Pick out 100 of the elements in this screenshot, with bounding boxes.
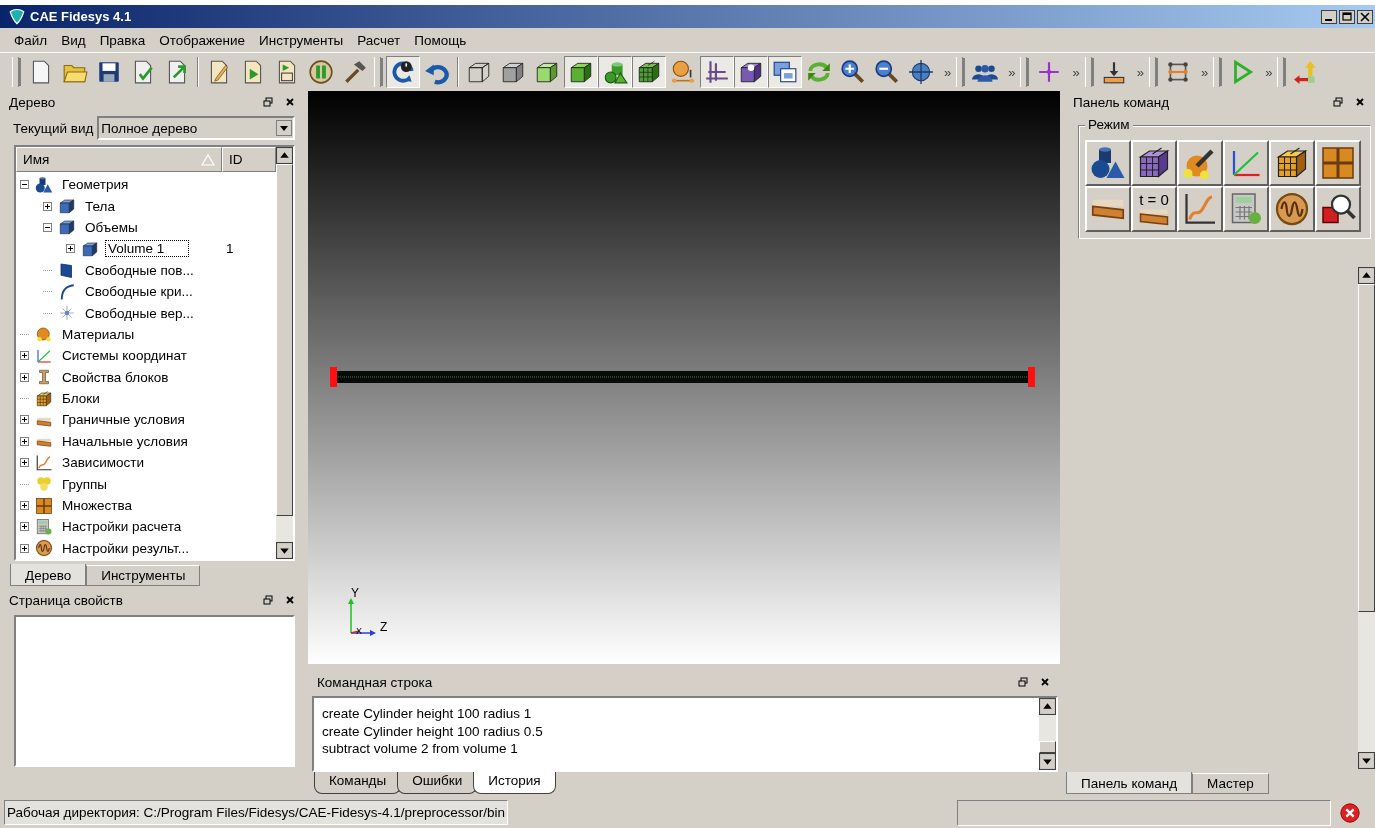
- tree-item-label[interactable]: Группы: [59, 475, 110, 493]
- close-icon[interactable]: [1040, 677, 1050, 687]
- float-icon[interactable]: [263, 97, 273, 107]
- tree-item-label[interactable]: Множества: [59, 497, 136, 515]
- tree-item-label[interactable]: Начальные условия: [59, 432, 191, 450]
- expander-icon[interactable]: [20, 180, 29, 190]
- toolbar-handle[interactable]: [956, 57, 964, 87]
- toolbar-handle[interactable]: [1084, 57, 1092, 87]
- mode-button[interactable]: [1177, 186, 1223, 232]
- menu-item[interactable]: Инструменты: [252, 30, 351, 50]
- tree-item-label[interactable]: Volume 1: [105, 240, 190, 258]
- menu-item[interactable]: Расчет: [350, 30, 408, 50]
- menu-item[interactable]: Вид: [54, 30, 93, 50]
- menu-item[interactable]: Отображение: [152, 30, 253, 50]
- menu-item[interactable]: Правка: [92, 30, 153, 50]
- scrollbar[interactable]: [1358, 267, 1375, 769]
- mode-button[interactable]: [1085, 140, 1131, 186]
- scroll-down-button[interactable]: [1358, 752, 1375, 769]
- expander-icon[interactable]: [20, 372, 29, 382]
- float-icon[interactable]: [1018, 677, 1028, 687]
- toolbar-button[interactable]: [386, 56, 420, 88]
- tree-item-label[interactable]: Геометрия: [59, 176, 132, 194]
- toolbar-handle[interactable]: [374, 57, 381, 87]
- view-dropdown[interactable]: Полное дерево: [97, 116, 295, 140]
- error-icon[interactable]: [1339, 801, 1361, 824]
- scroll-up-button[interactable]: [1358, 267, 1375, 284]
- toolbar-handle[interactable]: [1277, 57, 1285, 87]
- scrollbar[interactable]: [1039, 698, 1056, 770]
- scroll-down-button[interactable]: [276, 542, 293, 559]
- scrollbar-thumb[interactable]: [1358, 284, 1375, 612]
- column-header[interactable]: Имя: [16, 147, 222, 172]
- toolbar-overflow-button[interactable]: »: [1066, 64, 1083, 80]
- expander-icon[interactable]: [66, 244, 75, 254]
- tree-item-label[interactable]: Материалы: [59, 325, 138, 343]
- mode-button[interactable]: [1085, 186, 1131, 232]
- mode-button[interactable]: t = 0: [1131, 186, 1177, 232]
- close-icon[interactable]: [1355, 97, 1365, 107]
- toolbar-overflow-button[interactable]: »: [1002, 64, 1019, 80]
- toolbar-button[interactable]: [700, 56, 734, 88]
- history-line[interactable]: create Cylinder height 100 radius 0.5: [322, 722, 1031, 740]
- toolbar-overflow-button[interactable]: »: [1130, 64, 1147, 80]
- tree-item-label[interactable]: Свободные кри...: [82, 283, 196, 301]
- expander-icon[interactable]: [20, 543, 29, 553]
- tree-item-label[interactable]: Настройки расчета: [59, 518, 185, 536]
- close-button[interactable]: [1357, 9, 1373, 24]
- expander-icon[interactable]: [20, 458, 29, 468]
- float-icon[interactable]: [263, 595, 273, 605]
- viewport[interactable]: Y X Z: [308, 91, 1060, 664]
- tab[interactable]: Мастер: [1192, 773, 1269, 794]
- history-line[interactable]: subtract volume 2 from volume 1: [322, 740, 1031, 758]
- mode-button[interactable]: [1177, 140, 1223, 186]
- expander-icon[interactable]: [43, 222, 52, 232]
- mode-button[interactable]: [1315, 140, 1361, 186]
- expander-icon[interactable]: [20, 436, 29, 446]
- mode-button[interactable]: [1223, 140, 1269, 186]
- mode-button[interactable]: [1223, 186, 1269, 232]
- toolbar-button[interactable]: [598, 56, 632, 88]
- toolbar-button[interactable]: [632, 56, 666, 88]
- column-header[interactable]: ID: [222, 147, 276, 172]
- scroll-up-button[interactable]: [1039, 698, 1056, 715]
- toolbar-overflow-button[interactable]: »: [1259, 64, 1276, 80]
- tree-item-label[interactable]: Объемы: [82, 218, 141, 236]
- toolbar-handle[interactable]: [12, 57, 19, 87]
- toolbar-overflow-button[interactable]: »: [1194, 64, 1212, 80]
- toolbar-button[interactable]: [768, 56, 802, 88]
- minimize-button[interactable]: [1321, 9, 1337, 24]
- menu-item[interactable]: Помощь: [407, 30, 474, 50]
- mode-button[interactable]: [1315, 186, 1361, 232]
- toolbar-handle[interactable]: [1020, 57, 1028, 87]
- mode-button[interactable]: [1269, 140, 1315, 186]
- tab[interactable]: История: [473, 772, 556, 794]
- mode-button[interactable]: [1131, 140, 1177, 186]
- toolbar-button[interactable]: [734, 56, 768, 88]
- expander-icon[interactable]: [20, 351, 29, 361]
- tab[interactable]: Инструменты: [86, 565, 201, 586]
- tree-item-label[interactable]: Блоки: [59, 390, 103, 408]
- menu-item[interactable]: Файл: [7, 30, 55, 50]
- scroll-down-button[interactable]: [1039, 753, 1056, 770]
- tab[interactable]: Дерево: [10, 564, 87, 586]
- tree-item-label[interactable]: Граничные условия: [59, 411, 188, 429]
- toolbar-handle[interactable]: [1148, 57, 1156, 87]
- tree-item-label[interactable]: Свободные пов...: [82, 261, 197, 279]
- tree-item-label[interactable]: Настройки результ...: [59, 539, 192, 557]
- close-icon[interactable]: [285, 595, 295, 605]
- maximize-button[interactable]: [1339, 9, 1355, 24]
- tree-item-label[interactable]: Тела: [82, 197, 118, 215]
- float-icon[interactable]: [1333, 97, 1343, 107]
- expander-icon[interactable]: [20, 522, 29, 532]
- scroll-up-button[interactable]: [276, 147, 293, 164]
- history-line[interactable]: create Cylinder height 100 radius 1: [322, 705, 1031, 723]
- close-icon[interactable]: [285, 97, 295, 107]
- tree-item-label[interactable]: Свойства блоков: [59, 368, 172, 386]
- tree-item-label[interactable]: Зависимости: [59, 454, 147, 472]
- toolbar-button[interactable]: [564, 56, 598, 88]
- toolbar-handle[interactable]: [1213, 57, 1221, 87]
- tree-item-label[interactable]: Свободные вер...: [82, 304, 197, 322]
- toolbar-overflow-button[interactable]: »: [938, 64, 955, 80]
- tab[interactable]: Панель команд: [1066, 772, 1193, 794]
- expander-icon[interactable]: [43, 201, 52, 211]
- tree-item-label[interactable]: Системы координат: [59, 347, 190, 365]
